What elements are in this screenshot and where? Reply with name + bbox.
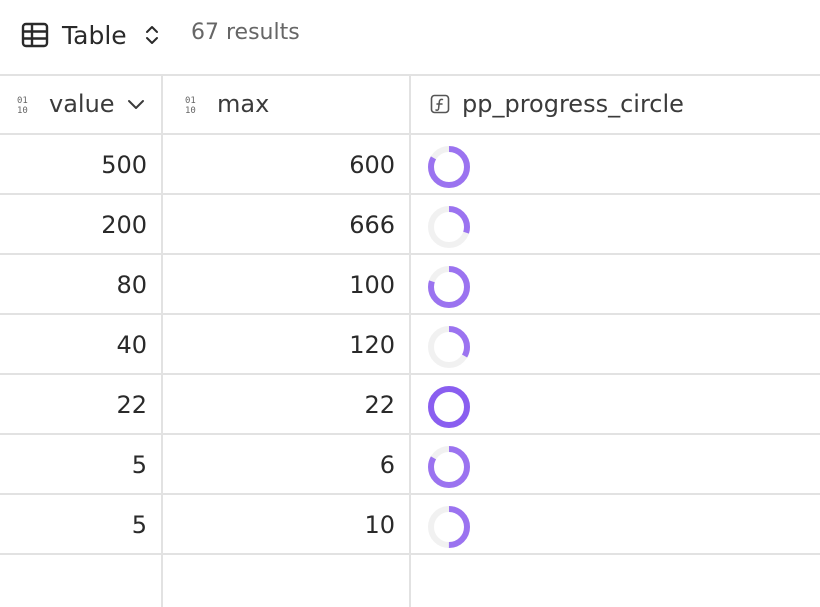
progress-circle bbox=[428, 386, 470, 428]
value-cell: 80 bbox=[116, 271, 147, 299]
results-table: 01 10 value 01 10 max pp_progress_circle… bbox=[0, 74, 820, 607]
max-cell: 100 bbox=[349, 271, 395, 299]
toolbar: Table 67 results bbox=[0, 0, 820, 74]
column-header-value[interactable]: 01 10 value bbox=[17, 74, 145, 134]
progress-circle bbox=[428, 446, 470, 488]
formula-column-icon bbox=[430, 94, 450, 114]
table-row[interactable]: 200 666 bbox=[0, 195, 820, 255]
svg-text:10: 10 bbox=[17, 106, 28, 114]
table-row[interactable]: 500 600 bbox=[0, 135, 820, 195]
max-cell: 666 bbox=[349, 211, 395, 239]
column-label: value bbox=[49, 90, 115, 118]
column-header-max[interactable]: 01 10 max bbox=[185, 74, 269, 134]
max-cell: 22 bbox=[364, 391, 395, 419]
table-row[interactable]: 22 22 bbox=[0, 375, 820, 435]
chevron-down-icon[interactable] bbox=[127, 98, 145, 110]
column-label: max bbox=[217, 90, 270, 118]
table-grid-icon bbox=[21, 22, 49, 48]
number-column-icon: 01 10 bbox=[185, 96, 196, 114]
column-header-pp-progress-circle[interactable]: pp_progress_circle bbox=[430, 74, 684, 134]
value-cell: 5 bbox=[131, 511, 147, 539]
table-row[interactable]: 40 120 bbox=[0, 315, 820, 375]
progress-circle bbox=[428, 506, 470, 548]
max-cell: 600 bbox=[349, 151, 395, 179]
table-row[interactable]: 80 100 bbox=[0, 255, 820, 315]
value-cell: 200 bbox=[101, 211, 147, 239]
max-cell: 120 bbox=[349, 331, 395, 359]
chevron-up-down-icon bbox=[145, 26, 158, 44]
svg-text:01: 01 bbox=[17, 96, 28, 106]
results-count: 67 results bbox=[191, 20, 300, 45]
progress-circle bbox=[428, 326, 470, 368]
table-row[interactable]: 5 10 bbox=[0, 495, 820, 555]
number-column-icon: 01 10 bbox=[17, 96, 28, 114]
value-cell: 500 bbox=[101, 151, 147, 179]
value-cell: 22 bbox=[116, 391, 147, 419]
progress-circle bbox=[428, 206, 470, 248]
table-row[interactable]: 5 6 bbox=[0, 435, 820, 495]
value-cell: 40 bbox=[116, 331, 147, 359]
svg-text:10: 10 bbox=[185, 106, 196, 114]
view-switcher[interactable]: Table bbox=[20, 18, 161, 52]
progress-arc bbox=[428, 386, 470, 428]
view-label: Table bbox=[62, 20, 127, 50]
column-label: pp_progress_circle bbox=[462, 90, 684, 118]
progress-circle bbox=[428, 146, 470, 188]
progress-circle bbox=[428, 266, 470, 308]
svg-text:01: 01 bbox=[185, 96, 196, 106]
max-cell: 6 bbox=[379, 451, 395, 479]
max-cell: 10 bbox=[364, 511, 395, 539]
value-cell: 5 bbox=[131, 451, 147, 479]
